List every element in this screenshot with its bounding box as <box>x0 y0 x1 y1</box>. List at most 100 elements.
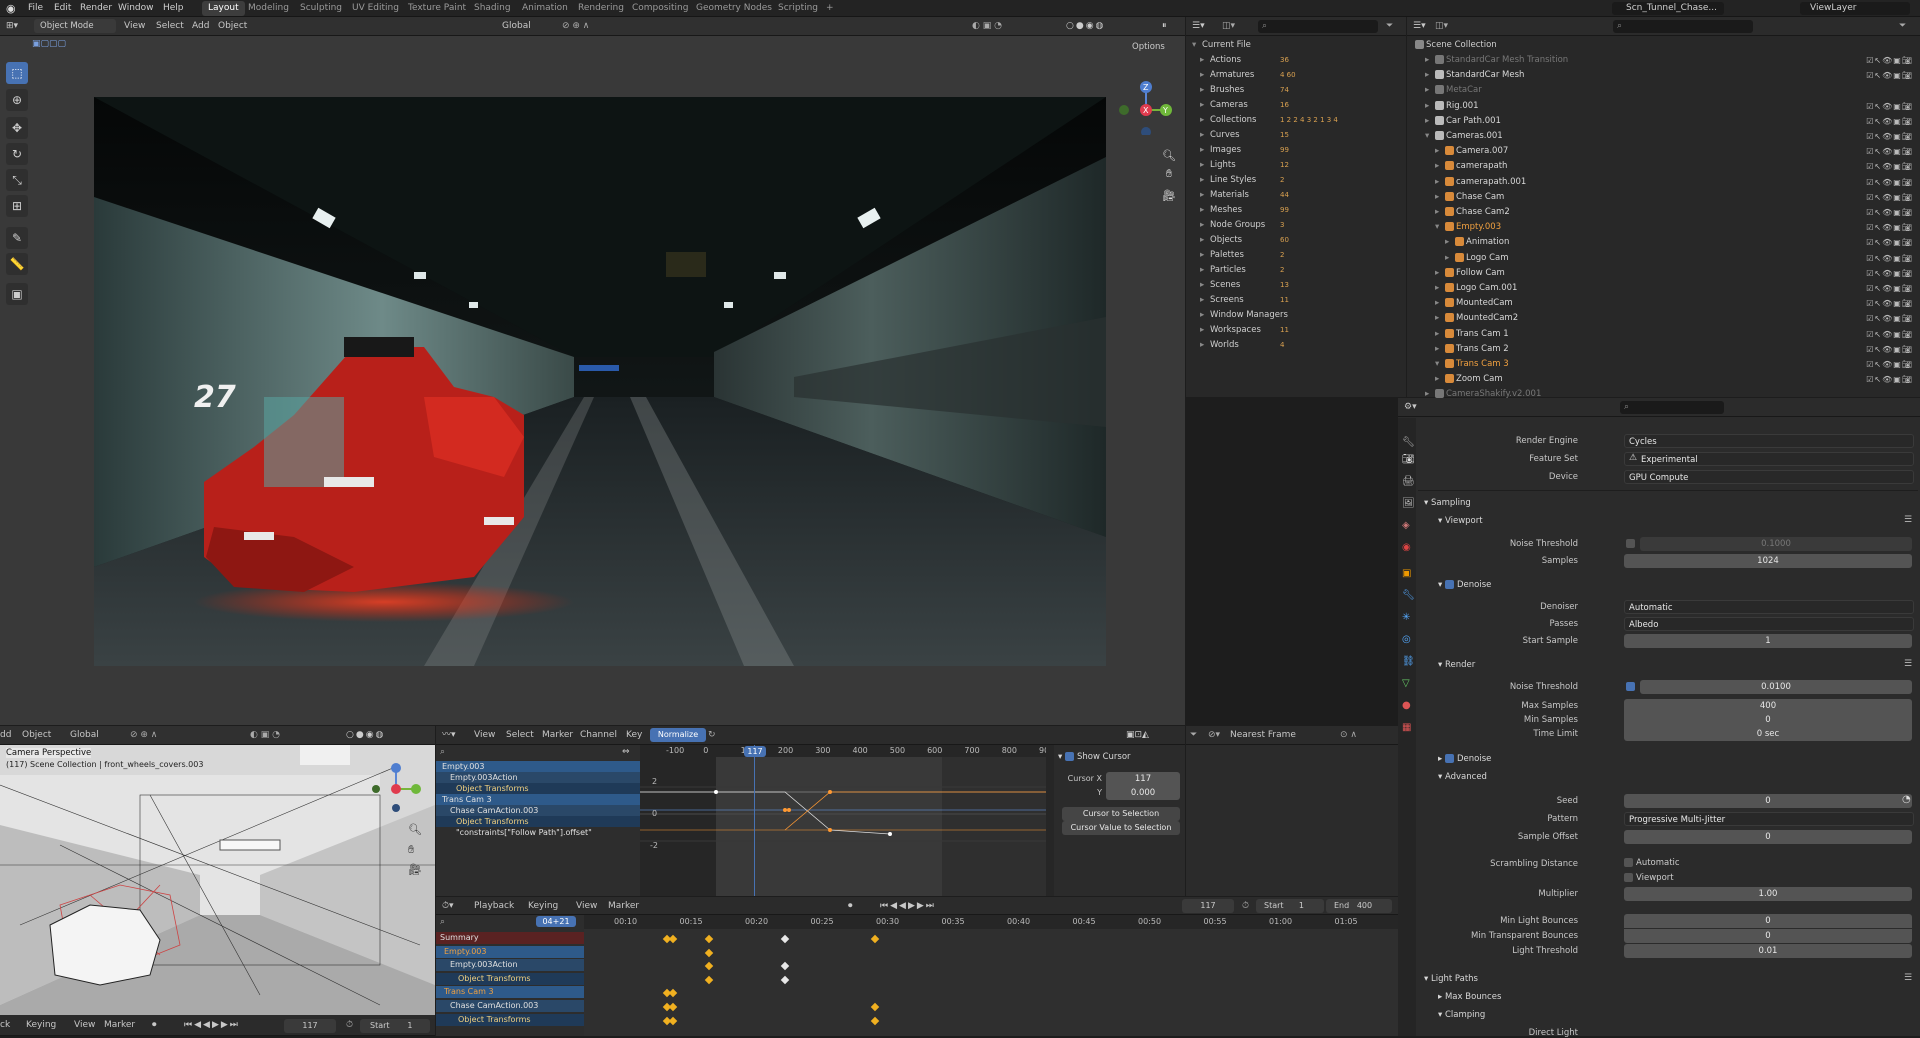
physics-tab-icon[interactable]: ◎ <box>1402 634 1411 645</box>
viewport-noise-threshold-field[interactable]: 0.1000 <box>1640 537 1912 551</box>
menu-view[interactable]: View <box>576 897 597 915</box>
visibility-toggles-icon[interactable]: ☑↖👁︎▣📷︎ <box>1833 68 1913 83</box>
object-tab-icon[interactable]: ▣ <box>1402 568 1411 579</box>
dope-channel[interactable]: Empty.003 <box>436 945 584 958</box>
mode-selector[interactable]: Object Mode <box>34 19 116 33</box>
playback-controls[interactable]: ⏮◀◀▶▶⏭ <box>880 897 936 915</box>
record-icon[interactable]: ⏺ <box>152 1016 157 1035</box>
outliner-item[interactable]: ▾ Cameras.001 <box>1425 129 1745 144</box>
visibility-toggles-icon[interactable]: ☑↖👁︎▣📷︎ <box>1833 357 1913 372</box>
light-paths-panel-header[interactable]: ▾ Light Paths <box>1424 974 1478 984</box>
sampling-panel-header[interactable]: ▾ Sampling <box>1424 498 1471 508</box>
pan-hand-icon[interactable]: ✋︎ <box>1160 167 1178 181</box>
playhead-frame[interactable]: 117 <box>744 746 766 757</box>
visibility-toggles-icon[interactable]: ☑↖👁︎▣📷︎ <box>1833 53 1913 68</box>
render-noise-checkbox[interactable] <box>1626 682 1638 692</box>
expand-arrow-icon[interactable]: ▸ <box>1425 83 1435 98</box>
measure-tool[interactable]: 📏 <box>6 253 28 275</box>
outliner-item[interactable]: ▸ StandardCar Mesh Transition <box>1425 53 1745 68</box>
dope-channel[interactable]: Chase CamAction.003 <box>436 1000 584 1012</box>
expand-arrow-icon[interactable]: ▸ <box>1425 68 1435 83</box>
visibility-toggles-icon[interactable]: ☑↖👁︎▣📷︎ <box>1833 342 1913 357</box>
properties-editor[interactable]: ⚙▾ ⌕ 🔧︎ 📷︎ 🖨︎ 🖼︎ ◈ ◉ ▣ 🔧︎ ✳ ◎ ⛓︎ ▽ ● ▦ R… <box>1398 398 1920 1038</box>
dope-channel[interactable]: Trans Cam 3 <box>436 986 584 999</box>
expand-arrow-icon[interactable]: ▸ <box>1435 175 1445 190</box>
start-frame-field[interactable]: Start 1 <box>1256 899 1324 913</box>
menu-playback[interactable]: ck <box>0 1016 10 1035</box>
expand-arrow-icon[interactable]: ▸ <box>1445 235 1455 250</box>
dope-channel[interactable]: Summary <box>436 932 584 944</box>
snap-icon[interactable]: ⊘ ⊕ ∧ <box>562 17 589 36</box>
expand-arrow-icon[interactable]: ▸ <box>1200 218 1210 233</box>
menu-marker[interactable]: Marker <box>608 897 639 915</box>
datablock-item[interactable]: ▸ Scenes 13 <box>1200 278 1400 293</box>
datablock-item[interactable]: ▸ Actions 36 <box>1200 53 1400 68</box>
datablock-item[interactable]: ▸ Particles 2 <box>1200 263 1400 278</box>
render-denoise-header[interactable]: ▸ Denoise <box>1438 754 1491 764</box>
menu-keying[interactable]: Keying <box>528 897 558 915</box>
time-limit-field[interactable]: 0 sec <box>1624 727 1912 741</box>
scene-tab-icon[interactable]: ◈ <box>1402 520 1410 531</box>
current-frame-field[interactable]: 117 <box>1182 899 1234 913</box>
datablock-item[interactable]: ▸ Objects 60 <box>1200 233 1400 248</box>
tab-modeling[interactable]: Modeling <box>242 1 295 16</box>
expand-arrow-icon[interactable]: ▾ <box>1435 220 1445 235</box>
expand-arrow-icon[interactable]: ▸ <box>1200 248 1210 263</box>
visibility-toggles-icon[interactable]: ☑↖👁︎▣📷︎ <box>1833 251 1913 266</box>
expand-arrow-icon[interactable]: ▸ <box>1200 113 1210 128</box>
visibility-toggles-icon[interactable]: ☑↖👁︎▣📷︎ <box>1833 327 1913 342</box>
dope-channel[interactable]: Object Transforms <box>436 1013 584 1026</box>
expand-arrow-icon[interactable]: ▾ <box>1435 357 1445 372</box>
menu-key[interactable]: Key <box>626 726 642 745</box>
constraints-tab-icon[interactable]: ⛓︎ <box>1402 656 1415 667</box>
keyframe-marker[interactable] <box>668 1016 678 1025</box>
viewport-subpanel-header[interactable]: ▾ Viewport <box>1438 516 1483 526</box>
outliner-item[interactable]: ▸ Trans Cam 2 <box>1435 342 1755 357</box>
expand-arrow-icon[interactable]: ▸ <box>1425 53 1435 68</box>
passes-dropdown[interactable]: Albedo <box>1624 617 1914 631</box>
sync-icon[interactable]: ⇔ <box>622 747 630 757</box>
outliner-item[interactable]: ▸ MountedCam <box>1435 296 1755 311</box>
denoise-checkbox[interactable] <box>1444 580 1454 589</box>
datablock-item[interactable]: ▸ Collections 1 2 2 4 3 2 1 3 4 <box>1200 113 1400 128</box>
tab-scripting[interactable]: Scripting <box>772 1 824 16</box>
outliner-item[interactable]: ▸ Follow Cam <box>1435 266 1755 281</box>
outliner-item[interactable]: ▸ Camera.007 <box>1435 144 1755 159</box>
datablock-item[interactable]: ▸ Workspaces 11 <box>1200 323 1400 338</box>
tab-sculpting[interactable]: Sculpting <box>294 1 348 16</box>
expand-arrow-icon[interactable]: ▸ <box>1425 99 1435 114</box>
start-frame-field[interactable]: Start 1 <box>360 1019 430 1033</box>
camera-viewport[interactable]: dd Object Global ⊘ ⊕ ∧ ◐ ▣ ◔ ○●◉◍ Camera… <box>0 726 435 1036</box>
expand-arrow-icon[interactable]: ▸ <box>1200 323 1210 338</box>
visibility-toggles-icon[interactable]: ☑↖👁︎▣📷︎ <box>1833 296 1913 311</box>
menu-object[interactable]: Object <box>218 17 247 36</box>
particles-tab-icon[interactable]: ✳ <box>1402 612 1410 623</box>
menu-keying[interactable]: Keying <box>26 1016 56 1035</box>
cursor-y-field[interactable]: 0.000 <box>1106 786 1180 800</box>
expand-arrow-icon[interactable]: ▸ <box>1200 308 1210 323</box>
advanced-subpanel-header[interactable]: ▾ Advanced <box>1438 772 1487 782</box>
dope-channel[interactable]: Object Transforms <box>436 972 584 985</box>
outliner-item[interactable]: ▾ Empty.003 <box>1435 220 1755 235</box>
render-denoise-checkbox[interactable] <box>1444 754 1454 763</box>
modifiers-tab-icon[interactable]: 🔧︎ <box>1402 590 1415 601</box>
menu-playback[interactable]: Playback <box>474 897 514 915</box>
cursor-tool[interactable]: ⊕ <box>6 89 28 111</box>
start-sample-field[interactable]: 1 <box>1624 634 1912 648</box>
playhead-line[interactable] <box>754 745 755 896</box>
options-menu[interactable]: Options <box>1132 42 1165 52</box>
add-workspace-icon[interactable]: + <box>826 0 834 17</box>
output-tab-icon[interactable]: 🖨︎ <box>1402 476 1415 487</box>
tab-compositing[interactable]: Compositing <box>626 1 694 16</box>
expand-arrow-icon[interactable]: ▸ <box>1425 114 1435 129</box>
normalize-toggle[interactable]: Normalize <box>650 728 706 742</box>
outliner-item[interactable]: ▸ Trans Cam 1 <box>1435 327 1755 342</box>
menu-edit[interactable]: Edit <box>54 0 71 17</box>
list-menu-icon[interactable]: ☰ <box>1904 973 1912 983</box>
outliner-item[interactable]: ▸ MountedCam2 <box>1435 311 1755 326</box>
search-icon[interactable]: ⌕ <box>1613 20 1753 33</box>
camera-view-icon[interactable]: 🎥︎ <box>1160 189 1178 202</box>
keyframe-marker[interactable] <box>870 934 880 944</box>
menu-select[interactable]: Select <box>506 726 534 745</box>
tab-animation[interactable]: Animation <box>516 1 574 16</box>
